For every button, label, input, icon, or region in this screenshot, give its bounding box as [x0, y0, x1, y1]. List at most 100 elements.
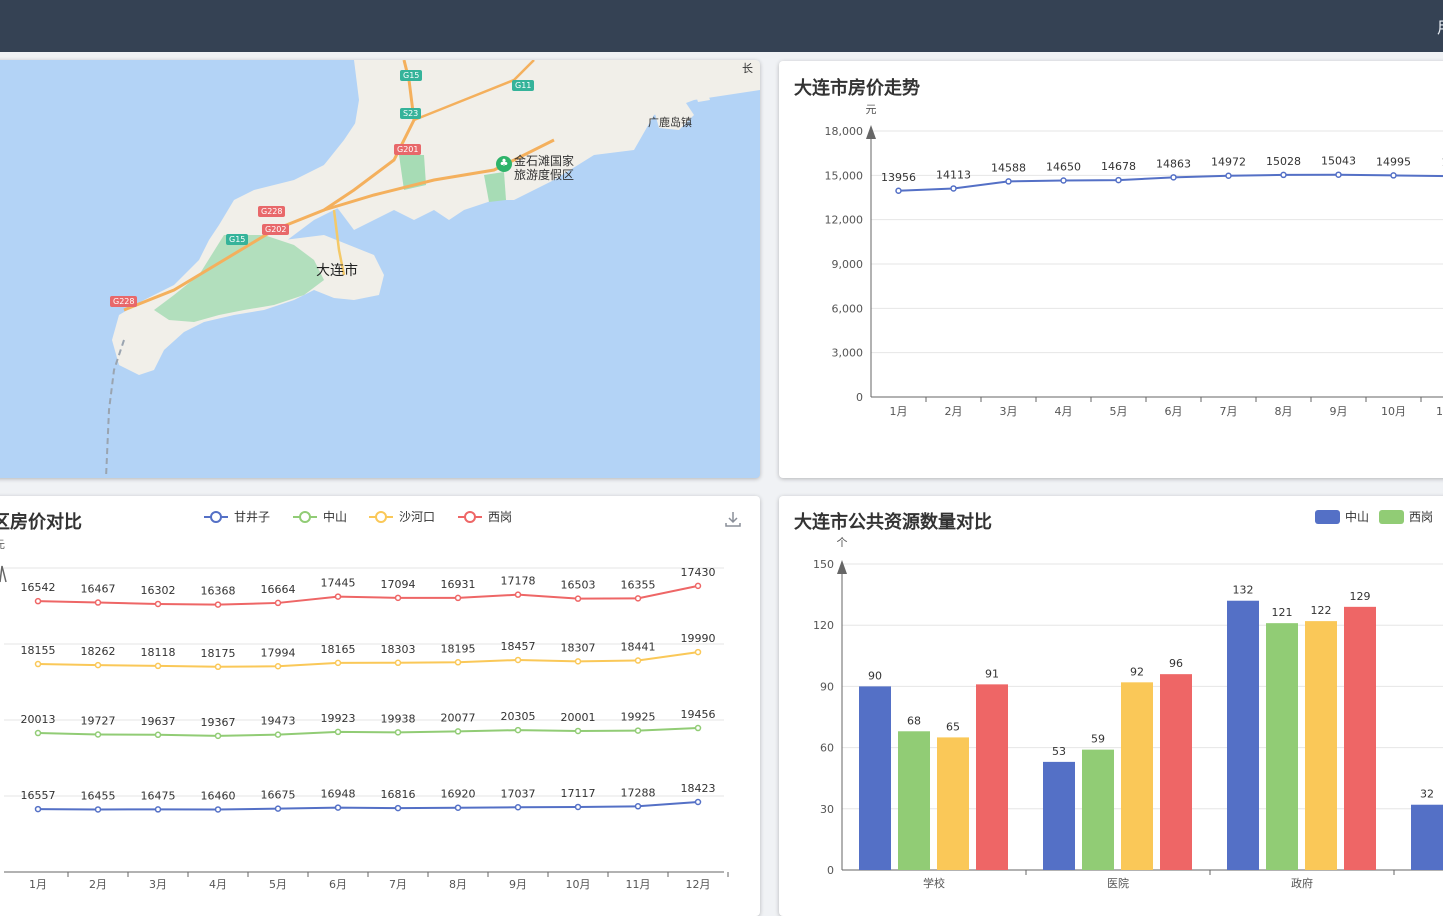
district-point — [276, 806, 281, 811]
district-value-label: 19938 — [381, 712, 416, 725]
district-value-label: 19923 — [321, 712, 356, 725]
district-series-line — [38, 652, 698, 667]
district-value-label: 17094 — [381, 578, 416, 591]
district-point — [156, 663, 161, 668]
resources-bar — [976, 684, 1008, 870]
district-value-label: 17117 — [561, 787, 596, 800]
district-series-line — [38, 802, 698, 809]
trend-point — [1061, 178, 1066, 183]
resources-value-label: 96 — [1169, 657, 1183, 670]
resources-value-label: 59 — [1091, 733, 1105, 746]
district-point — [636, 804, 641, 809]
district-xtick-label: 12月 — [686, 878, 711, 891]
district-value-label: 16475 — [141, 789, 176, 802]
map-city-label[interactable]: 大连市 — [316, 260, 358, 280]
public-resources-panel: 大连市公共资源数量对比 0306090120150个中山西岗学校90686591… — [779, 496, 1443, 916]
tourism-poi-icon[interactable]: ♣ — [496, 156, 512, 172]
road-shield-g11: G11 — [512, 80, 534, 91]
district-point — [96, 600, 101, 605]
resources-ytick-label: 120 — [813, 619, 834, 632]
district-xtick-label: 10月 — [566, 878, 591, 891]
district-value-label: 19637 — [141, 715, 176, 728]
district-value-label: 18195 — [441, 642, 476, 655]
trend-value-label: 14678 — [1101, 160, 1136, 173]
district-price-panel: 区房价对比 元 甘井子中山沙河口西岗1月2月3月4月5月6月7月8月9月10月1… — [0, 496, 760, 916]
resources-ytick-label: 60 — [820, 742, 834, 755]
resources-value-label: 32 — [1420, 788, 1434, 801]
district-point — [336, 660, 341, 665]
district-value-label: 19473 — [261, 715, 296, 728]
district-value-label: 17037 — [501, 787, 536, 800]
district-value-label: 16467 — [81, 583, 116, 596]
district-point — [216, 733, 221, 738]
district-value-label: 16920 — [441, 788, 476, 801]
island-label[interactable]: 广鹿岛镇 — [648, 114, 692, 130]
map-canvas[interactable] — [0, 60, 760, 478]
district-point — [456, 805, 461, 810]
district-point — [336, 594, 341, 599]
trend-chart[interactable]: 03,0006,0009,00012,00015,00018,000元1月2月3… — [779, 61, 1443, 478]
district-point — [696, 583, 701, 588]
district-xtick-label: 3月 — [149, 878, 167, 891]
trend-point — [1116, 178, 1121, 183]
district-value-label: 16675 — [261, 789, 296, 802]
district-point — [576, 596, 581, 601]
district-value-label: 18303 — [381, 643, 416, 656]
district-point — [636, 596, 641, 601]
district-value-label: 16455 — [81, 789, 116, 802]
trend-point — [1006, 179, 1011, 184]
trend-xtick-label: 3月 — [1000, 405, 1018, 418]
header-user-text[interactable]: 用 — [1437, 14, 1443, 38]
district-value-label: 17430 — [681, 566, 716, 579]
district-value-label: 17288 — [621, 786, 656, 799]
district-value-label: 20001 — [561, 711, 596, 724]
district-point — [216, 664, 221, 669]
trend-ytick-label: 12,000 — [825, 214, 864, 227]
trend-ytick-label: 0 — [856, 391, 863, 404]
resources-bar — [1344, 607, 1376, 870]
district-value-label: 16948 — [321, 788, 356, 801]
district-point — [336, 805, 341, 810]
district-value-label: 20013 — [21, 713, 56, 726]
district-xtick-label: 4月 — [209, 878, 227, 891]
trend-value-label: 14113 — [936, 168, 971, 181]
trend-point — [1336, 172, 1341, 177]
district-point — [336, 729, 341, 734]
district-point — [36, 599, 41, 604]
district-point — [396, 806, 401, 811]
district-point — [696, 726, 701, 731]
district-chart[interactable]: 甘井子中山沙河口西岗1月2月3月4月5月6月7月8月9月10月11月12月165… — [0, 496, 760, 916]
trend-value-label: 14863 — [1156, 157, 1191, 170]
district-value-label: 17445 — [321, 577, 356, 590]
trend-xtick-label: 4月 — [1055, 405, 1073, 418]
resources-category-label: 医院 — [1107, 876, 1129, 890]
trend-value-label: 14995 — [1376, 155, 1411, 168]
district-value-label: 18118 — [141, 646, 176, 659]
district-point — [156, 807, 161, 812]
road-shield-s23: S23 — [400, 108, 421, 119]
resources-bar — [1411, 805, 1443, 870]
district-point — [696, 799, 701, 804]
road-shield-g228-west: G228 — [110, 296, 137, 307]
resources-value-label: 129 — [1350, 590, 1371, 603]
map-panel[interactable]: G15 G11 S23 G201 G228 G202 G15 G228 大连市 … — [0, 60, 760, 478]
trend-point — [951, 186, 956, 191]
district-value-label: 16664 — [261, 583, 296, 596]
download-icon[interactable] — [724, 510, 742, 528]
price-trend-panel: 大连市房价走势 03,0006,0009,00012,00015,00018,0… — [779, 61, 1443, 478]
resources-bar — [1121, 682, 1153, 870]
resources-chart[interactable]: 0306090120150个中山西岗学校90686591医院53599296政府… — [779, 496, 1443, 916]
trend-ytick-label: 9,000 — [832, 258, 864, 271]
district-value-label: 16368 — [201, 585, 236, 598]
resources-value-label: 132 — [1233, 584, 1254, 597]
district-point — [516, 657, 521, 662]
district-value-label: 16931 — [441, 578, 476, 591]
district-point — [36, 731, 41, 736]
poi-label-line2[interactable]: 旅游度假区 — [514, 166, 574, 183]
resources-value-label: 121 — [1272, 606, 1293, 619]
legend-marker — [300, 512, 310, 522]
resources-bar — [1305, 621, 1337, 870]
resources-bar — [1266, 623, 1298, 870]
trend-point — [1226, 173, 1231, 178]
district-xtick-label: 1月 — [29, 878, 47, 891]
